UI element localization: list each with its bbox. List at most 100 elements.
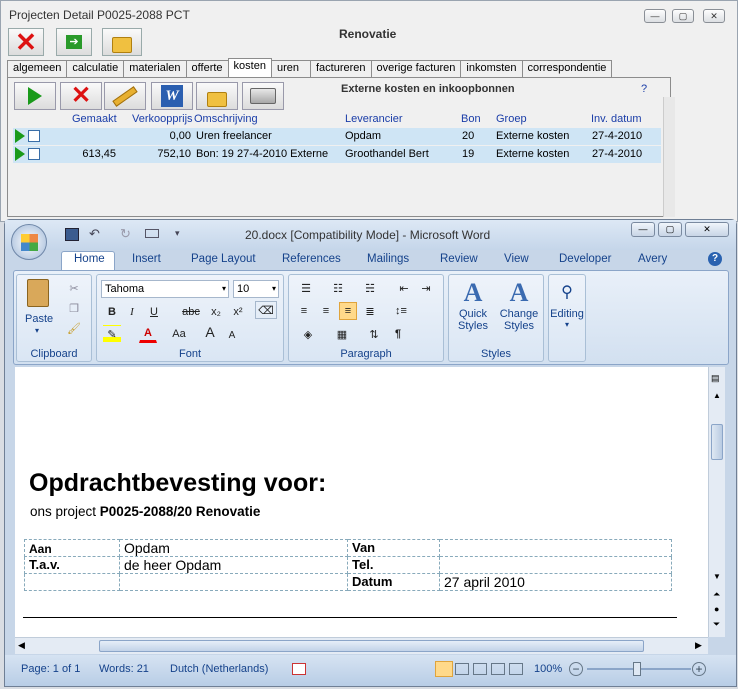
pilcrow-icon[interactable]: ¶ xyxy=(389,325,407,343)
maximize-button[interactable]: ▢ xyxy=(672,9,694,23)
font-name-select[interactable]: Tahoma ▾ xyxy=(101,280,229,298)
bullets-icon[interactable]: ☰ xyxy=(293,279,319,297)
tab-inkomsten[interactable]: inkomsten xyxy=(460,60,523,77)
word-button[interactable]: W xyxy=(151,82,193,110)
shrink-font-button[interactable]: A xyxy=(223,326,241,344)
col-verkoopprijs[interactable]: Verkoopprijs xyxy=(132,113,193,125)
table-row[interactable]: 0,00 Uren freelancer Opdam 20 Externe ko… xyxy=(13,128,661,145)
col-gemaakt[interactable]: Gemaakt xyxy=(72,113,117,125)
superscript-button[interactable]: x² xyxy=(229,303,247,321)
word-maximize-button[interactable]: ▢ xyxy=(658,222,682,237)
ribbon-tab-view[interactable]: View xyxy=(504,253,529,265)
next-page-icon[interactable]: ⏷ xyxy=(713,619,720,630)
underline-button[interactable]: U xyxy=(145,303,163,321)
language[interactable]: Dutch (Netherlands) xyxy=(170,663,268,675)
scroll-left-icon[interactable]: ◀ xyxy=(18,640,25,651)
quick-styles-button[interactable]: A Quick Styles xyxy=(451,278,495,342)
browse-object-icon[interactable]: ● xyxy=(714,604,719,614)
tab-calculatie[interactable]: calculatie xyxy=(66,60,125,77)
col-inv-datum[interactable]: Inv. datum xyxy=(591,113,642,125)
sort-icon[interactable]: ⇅ xyxy=(365,325,383,343)
delete-project-button[interactable]: ✕ xyxy=(8,28,44,56)
change-styles-button[interactable]: A Change Styles xyxy=(497,278,541,342)
lock-cost-button[interactable] xyxy=(196,82,238,110)
align-center-icon[interactable]: ≡ xyxy=(317,302,335,320)
highlight-icon[interactable]: ✎ xyxy=(103,325,121,343)
copy-icon[interactable]: ❐ xyxy=(65,299,83,317)
print-layout-icon[interactable] xyxy=(435,661,453,677)
col-omschrijving[interactable]: Omschrijving xyxy=(194,113,258,125)
tab-offerte[interactable]: offerte xyxy=(185,60,229,77)
hscroll-thumb[interactable] xyxy=(99,640,644,652)
help-link[interactable]: ? xyxy=(641,83,647,95)
zoom-in-icon[interactable]: + xyxy=(692,662,706,676)
ribbon-tab-review[interactable]: Review xyxy=(440,253,478,265)
tab-overige-facturen[interactable]: overige facturen xyxy=(370,60,462,77)
redo-icon[interactable]: ↻ xyxy=(120,226,131,242)
ribbon-tab-page-layout[interactable]: Page Layout xyxy=(191,253,256,265)
col-leverancier[interactable]: Leverancier xyxy=(345,113,402,125)
subscript-button[interactable]: x₂ xyxy=(207,303,225,321)
ribbon-tab-developer[interactable]: Developer xyxy=(559,253,611,265)
minimize-button[interactable]: — xyxy=(644,9,666,23)
col-groep[interactable]: Groep xyxy=(496,113,527,125)
full-screen-reading-icon[interactable] xyxy=(455,663,469,675)
document-page[interactable]: Opdrachtbevesting voor: ons project P002… xyxy=(15,367,708,637)
horizontal-scrollbar[interactable]: ◀ ▶ xyxy=(15,637,708,654)
ribbon-tab-insert[interactable]: Insert xyxy=(132,253,161,265)
quick-print-icon[interactable] xyxy=(145,229,159,238)
zoom-out-icon[interactable]: − xyxy=(569,662,583,676)
zoom-slider-thumb[interactable] xyxy=(633,662,641,676)
paste-button[interactable]: Paste ▾ xyxy=(21,279,55,339)
col-bon[interactable]: Bon xyxy=(461,113,481,125)
tab-kosten[interactable]: kosten xyxy=(227,58,272,77)
justify-icon[interactable]: ≣ xyxy=(361,302,379,320)
editing-button[interactable]: ⚲ Editing ▾ xyxy=(549,278,585,360)
word-close-button[interactable]: ✕ xyxy=(685,222,729,237)
grow-font-button[interactable]: A xyxy=(201,323,219,341)
italic-button[interactable]: I xyxy=(123,303,141,321)
customize-toolbar-icon[interactable]: ▾ xyxy=(175,228,180,239)
panel-scrollbar[interactable] xyxy=(663,97,675,217)
draft-icon[interactable] xyxy=(509,663,523,675)
ribbon-tab-avery[interactable]: Avery xyxy=(638,253,667,265)
tab-correspondentie[interactable]: correspondentie xyxy=(521,60,613,77)
document-icon[interactable] xyxy=(28,130,40,142)
bold-button[interactable]: B xyxy=(103,303,121,321)
align-right-icon[interactable]: ≡ xyxy=(339,302,357,320)
edit-button[interactable] xyxy=(104,82,146,110)
play-button[interactable] xyxy=(14,82,56,110)
print-button[interactable] xyxy=(242,82,284,110)
lock-button[interactable] xyxy=(102,28,142,56)
vertical-scrollbar[interactable]: ▤ ▲ ▼ ⏶ ● ⏷ xyxy=(708,367,725,637)
word-count[interactable]: Words: 21 xyxy=(99,663,149,675)
previous-page-icon[interactable]: ⏶ xyxy=(713,589,720,600)
ribbon-tab-references[interactable]: References xyxy=(282,253,341,265)
format-painter-icon[interactable]: 🖌 xyxy=(65,319,83,337)
strikethrough-button[interactable]: abc xyxy=(179,303,203,321)
font-color-icon[interactable]: A xyxy=(139,325,157,343)
font-size-select[interactable]: 10 ▾ xyxy=(233,280,279,298)
borders-icon[interactable]: ▦ xyxy=(329,325,355,343)
tab-materialen[interactable]: materialen xyxy=(123,60,187,77)
numbering-icon[interactable]: ☷ xyxy=(325,279,351,297)
scroll-right-icon[interactable]: ▶ xyxy=(695,640,702,651)
ruler-toggle-icon[interactable]: ▤ xyxy=(711,373,720,384)
office-button[interactable] xyxy=(11,224,47,260)
scroll-thumb[interactable] xyxy=(711,424,723,460)
word-minimize-button[interactable]: — xyxy=(631,222,655,237)
change-case-button[interactable]: Aa xyxy=(167,325,191,343)
multilevel-list-icon[interactable]: ☵ xyxy=(357,279,383,297)
table-row[interactable]: 613,45 752,10 Bon: 19 27-4-2010 Externe … xyxy=(13,146,661,163)
web-layout-icon[interactable] xyxy=(473,663,487,675)
tab-algemeen[interactable]: algemeen xyxy=(7,60,68,77)
proofing-icon[interactable] xyxy=(292,663,306,675)
scroll-up-icon[interactable]: ▲ xyxy=(713,391,721,400)
line-spacing-icon[interactable]: ↕≡ xyxy=(387,302,415,320)
tab-factureren[interactable]: factureren xyxy=(309,60,372,77)
ribbon-tab-mailings[interactable]: Mailings xyxy=(367,253,409,265)
export-button[interactable]: ➔ xyxy=(56,28,92,56)
shading-icon[interactable]: ◈ xyxy=(295,325,321,343)
tab-uren[interactable]: uren xyxy=(270,60,311,77)
undo-icon[interactable]: ↶ xyxy=(89,226,100,242)
